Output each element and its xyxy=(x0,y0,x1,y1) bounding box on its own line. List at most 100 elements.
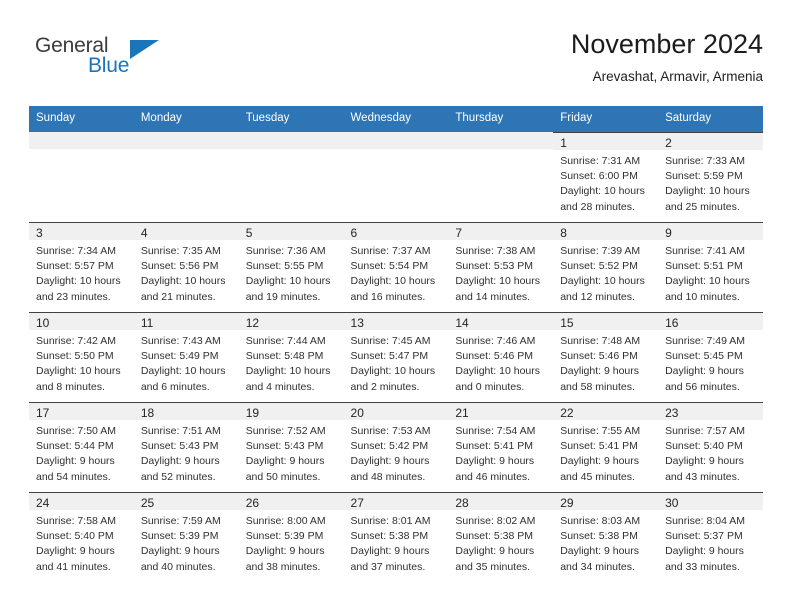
day-sunrise-line: Sunrise: 7:46 AM xyxy=(455,334,536,347)
day-number: 16 xyxy=(658,312,763,330)
day-daylight-line: and 37 minutes. xyxy=(350,560,426,573)
day-number: 5 xyxy=(238,222,344,240)
day-daylight-line: Daylight: 9 hours xyxy=(140,455,220,468)
day-cell-body: 13 Sunrise: 7:45 AM Sunset: 5:47 PM Dayligh… xyxy=(343,311,449,402)
calendar-day-cell[interactable]: 6 Sunrise: 7:37 AM Sunset: 5:54 PM Daylight… xyxy=(343,221,449,312)
day-daylight-line: Daylight: 9 hours xyxy=(36,545,115,558)
calendar-day-cell[interactable]: 10 Sunrise: 7:42 AM Sunset: 5:50 PM Dayligh… xyxy=(29,311,134,402)
day-cell-body xyxy=(448,131,554,222)
calendar-day-cell[interactable]: 1 Sunrise: 7:31 AM Sunset: 6:00 PM Daylight… xyxy=(553,131,659,222)
brand-triangle-icon xyxy=(130,40,159,59)
calendar-day-cell[interactable]: 7 Sunrise: 7:38 AM Sunset: 5:53 PM Daylight… xyxy=(448,221,554,312)
calendar-day-cell[interactable]: 27 Sunrise: 8:01 AM Sunset: 5:38 PM Dayligh… xyxy=(343,491,449,582)
day-daylight-line: and 43 minutes. xyxy=(665,470,740,483)
brand-logo[interactable]: General Blue xyxy=(29,28,249,88)
day-cell-body: 20 Sunrise: 7:53 AM Sunset: 5:42 PM Dayligh… xyxy=(343,401,449,492)
day-sunrise-line: Sunrise: 7:54 AM xyxy=(455,424,536,437)
day-daylight-line: and 21 minutes. xyxy=(140,290,216,303)
day-number: 8 xyxy=(553,222,659,240)
day-cell-body: 3 Sunrise: 7:34 AM Sunset: 5:57 PM Daylight… xyxy=(29,221,134,312)
day-daylight-line: and 38 minutes. xyxy=(245,560,321,573)
calendar-day-cell[interactable]: 29 Sunrise: 8:03 AM Sunset: 5:38 PM Dayligh… xyxy=(553,491,659,582)
day-sun-info: Sunrise: 7:34 AM Sunset: 5:57 PM Daylight:… xyxy=(29,240,134,306)
weekday-header-sunday: Sunday xyxy=(29,106,134,132)
calendar-day-cell[interactable]: 24 Sunrise: 7:58 AM Sunset: 5:40 PM Dayligh… xyxy=(29,491,134,582)
calendar-day-cell[interactable]: 13 Sunrise: 7:45 AM Sunset: 5:47 PM Dayligh… xyxy=(343,311,449,402)
day-daylight-line: and 50 minutes. xyxy=(245,470,321,483)
day-daylight-line: and 19 minutes. xyxy=(245,290,321,303)
calendar-day-cell[interactable]: 21 Sunrise: 7:54 AM Sunset: 5:41 PM Dayligh… xyxy=(448,401,554,492)
day-sunrise-line: Sunrise: 7:48 AM xyxy=(560,334,641,347)
day-sunrise-line: Sunrise: 7:52 AM xyxy=(245,424,326,437)
day-sunset-line: Sunset: 5:59 PM xyxy=(665,169,743,182)
day-sunset-line: Sunset: 5:39 PM xyxy=(140,529,219,542)
calendar-day-cell[interactable]: 19 Sunrise: 7:52 AM Sunset: 5:43 PM Dayligh… xyxy=(238,401,344,492)
day-sun-info: Sunrise: 7:36 AM Sunset: 5:55 PM Daylight:… xyxy=(239,240,344,306)
day-sun-info: Sunrise: 7:59 AM Sunset: 5:39 PM Daylight:… xyxy=(134,510,239,576)
day-daylight-line: Daylight: 10 hours xyxy=(665,275,750,288)
day-daylight-line: Daylight: 9 hours xyxy=(245,455,325,468)
day-cell-body xyxy=(133,131,239,222)
calendar-day-cell[interactable]: 3 Sunrise: 7:34 AM Sunset: 5:57 PM Daylight… xyxy=(29,221,134,312)
day-number: 21 xyxy=(448,402,554,420)
calendar-day-cell[interactable]: 18 Sunrise: 7:51 AM Sunset: 5:43 PM Dayligh… xyxy=(133,401,239,492)
day-sunset-line: Sunset: 5:39 PM xyxy=(245,529,324,542)
calendar-day-cell[interactable]: 16 Sunrise: 7:49 AM Sunset: 5:45 PM Dayligh… xyxy=(658,311,763,402)
day-sun-info: Sunrise: 8:01 AM Sunset: 5:38 PM Daylight:… xyxy=(344,510,449,576)
day-sunset-line: Sunset: 5:51 PM xyxy=(665,259,743,272)
day-daylight-line: and 46 minutes. xyxy=(455,470,531,483)
day-sunset-line: Sunset: 5:38 PM xyxy=(350,529,429,542)
day-daylight-line: Daylight: 10 hours xyxy=(36,365,121,378)
brand-name-general: General xyxy=(35,34,109,57)
calendar-day-cell[interactable]: 8 Sunrise: 7:39 AM Sunset: 5:52 PM Daylight… xyxy=(553,221,659,312)
calendar-day-cell[interactable]: 22 Sunrise: 7:55 AM Sunset: 5:41 PM Dayligh… xyxy=(553,401,659,492)
day-sunset-line: Sunset: 5:50 PM xyxy=(36,349,114,362)
day-daylight-line: Daylight: 10 hours xyxy=(140,275,226,288)
calendar-day-cell[interactable]: 4 Sunrise: 7:35 AM Sunset: 5:56 PM Daylight… xyxy=(133,221,239,312)
day-sun-info: Sunrise: 7:51 AM Sunset: 5:43 PM Daylight:… xyxy=(134,420,239,486)
calendar-day-cell[interactable]: 9 Sunrise: 7:41 AM Sunset: 5:51 PM Daylight… xyxy=(658,221,763,312)
day-number: 12 xyxy=(238,312,344,330)
day-daylight-line: and 6 minutes. xyxy=(140,380,210,393)
day-daylight-line: Daylight: 9 hours xyxy=(665,545,744,558)
day-number xyxy=(448,131,554,149)
day-cell-body: 8 Sunrise: 7:39 AM Sunset: 5:52 PM Daylight… xyxy=(553,221,659,312)
day-cell-body: 16 Sunrise: 7:49 AM Sunset: 5:45 PM Dayligh… xyxy=(658,311,763,402)
calendar-day-cell[interactable]: 5 Sunrise: 7:36 AM Sunset: 5:55 PM Daylight… xyxy=(238,221,344,312)
day-cell-body: 12 Sunrise: 7:44 AM Sunset: 5:48 PM Dayligh… xyxy=(238,311,344,402)
day-sunset-line: Sunset: 5:56 PM xyxy=(140,259,219,272)
day-daylight-line: Daylight: 10 hours xyxy=(245,275,331,288)
day-sunrise-line: Sunrise: 7:51 AM xyxy=(140,424,221,437)
calendar-day-cell[interactable]: 28 Sunrise: 8:02 AM Sunset: 5:38 PM Dayligh… xyxy=(448,491,554,582)
calendar-day-cell[interactable]: 12 Sunrise: 7:44 AM Sunset: 5:48 PM Dayligh… xyxy=(238,311,344,402)
calendar-week-row: 3 Sunrise: 7:34 AM Sunset: 5:57 PM Daylight… xyxy=(29,221,763,312)
day-daylight-line: and 58 minutes. xyxy=(560,380,635,393)
calendar-day-cell[interactable]: 15 Sunrise: 7:48 AM Sunset: 5:46 PM Dayligh… xyxy=(553,311,659,402)
day-daylight-line: and 56 minutes. xyxy=(665,380,740,393)
calendar-day-cell[interactable]: 25 Sunrise: 7:59 AM Sunset: 5:39 PM Dayligh… xyxy=(133,491,239,582)
day-daylight-line: and 45 minutes. xyxy=(560,470,635,483)
calendar-day-cell[interactable]: 2 Sunrise: 7:33 AM Sunset: 5:59 PM Daylight… xyxy=(658,131,763,222)
weekday-header-tuesday: Tuesday xyxy=(238,106,344,132)
calendar-day-cell[interactable]: 30 Sunrise: 8:04 AM Sunset: 5:37 PM Dayligh… xyxy=(658,491,763,582)
day-sun-info: Sunrise: 7:45 AM Sunset: 5:47 PM Daylight:… xyxy=(344,330,449,396)
calendar-day-cell[interactable]: 26 Sunrise: 8:00 AM Sunset: 5:39 PM Dayligh… xyxy=(238,491,344,582)
day-daylight-line: Daylight: 9 hours xyxy=(665,455,744,468)
day-sunset-line: Sunset: 5:46 PM xyxy=(455,349,534,362)
day-daylight-line: Daylight: 10 hours xyxy=(140,365,226,378)
day-cell-body: 11 Sunrise: 7:43 AM Sunset: 5:49 PM Dayligh… xyxy=(133,311,239,402)
day-daylight-line: Daylight: 9 hours xyxy=(140,545,220,558)
calendar-day-cell[interactable]: 17 Sunrise: 7:50 AM Sunset: 5:44 PM Dayligh… xyxy=(29,401,134,492)
calendar-day-cell[interactable]: 20 Sunrise: 7:53 AM Sunset: 5:42 PM Dayligh… xyxy=(343,401,449,492)
day-cell-body: 26 Sunrise: 8:00 AM Sunset: 5:39 PM Dayligh… xyxy=(238,491,344,582)
day-number: 30 xyxy=(658,492,763,510)
day-sun-info: Sunrise: 7:37 AM Sunset: 5:54 PM Daylight:… xyxy=(344,240,449,306)
day-sunrise-line: Sunrise: 8:01 AM xyxy=(350,514,431,527)
calendar-day-cell[interactable]: 11 Sunrise: 7:43 AM Sunset: 5:49 PM Dayligh… xyxy=(133,311,239,402)
day-sunrise-line: Sunrise: 7:37 AM xyxy=(350,244,431,257)
day-cell-body: 24 Sunrise: 7:58 AM Sunset: 5:40 PM Dayligh… xyxy=(29,491,134,582)
calendar-day-cell[interactable]: 23 Sunrise: 7:57 AM Sunset: 5:40 PM Dayligh… xyxy=(658,401,763,492)
calendar-day-cell[interactable]: 14 Sunrise: 7:46 AM Sunset: 5:46 PM Dayligh… xyxy=(448,311,554,402)
day-sunset-line: Sunset: 5:41 PM xyxy=(560,439,638,452)
day-number: 26 xyxy=(238,492,344,510)
